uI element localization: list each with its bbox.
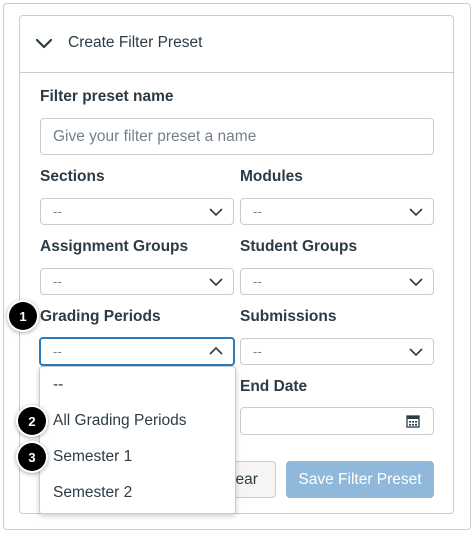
modules-select-value: -- bbox=[253, 204, 262, 219]
callout-badge-1: 1 bbox=[9, 302, 37, 330]
menu-option-semester-1[interactable]: Semester 1 bbox=[53, 448, 132, 466]
grading-periods-label: Grading Periods bbox=[40, 308, 161, 325]
sections-select[interactable]: -- bbox=[40, 198, 234, 225]
chevron-down-icon bbox=[409, 278, 423, 287]
preset-name-label: Filter preset name bbox=[40, 88, 174, 105]
calendar-icon[interactable] bbox=[406, 414, 420, 428]
callout-badge-2: 2 bbox=[18, 407, 46, 435]
assignment-groups-label: Assignment Groups bbox=[40, 238, 189, 255]
sections-label: Sections bbox=[40, 168, 105, 185]
chevron-down-icon bbox=[409, 208, 423, 217]
assignment-groups-select[interactable]: -- bbox=[40, 268, 234, 295]
menu-option-all-grading-periods[interactable]: All Grading Periods bbox=[53, 412, 187, 430]
preset-name-input[interactable] bbox=[40, 118, 434, 155]
student-groups-select-value: -- bbox=[253, 274, 262, 289]
student-groups-select[interactable]: -- bbox=[240, 268, 434, 295]
chevron-down-icon bbox=[209, 208, 223, 217]
chevron-down-icon bbox=[409, 348, 423, 357]
modules-select[interactable]: -- bbox=[240, 198, 434, 225]
chevron-down-icon[interactable] bbox=[35, 35, 53, 53]
menu-option-none[interactable]: -- bbox=[53, 376, 63, 394]
callout-badge-3: 3 bbox=[18, 443, 46, 471]
grading-periods-select[interactable]: -- bbox=[39, 337, 235, 366]
student-groups-label: Student Groups bbox=[240, 238, 358, 255]
end-date-input[interactable] bbox=[240, 407, 434, 435]
chevron-up-icon bbox=[209, 346, 223, 355]
grading-periods-menu: -- All Grading Periods Semester 1 Semest… bbox=[39, 366, 236, 514]
menu-option-semester-2[interactable]: Semester 2 bbox=[53, 484, 132, 502]
submissions-label: Submissions bbox=[240, 308, 337, 325]
panel-header[interactable]: Create Filter Preset bbox=[20, 16, 453, 73]
panel-title: Create Filter Preset bbox=[68, 34, 203, 51]
sections-select-value: -- bbox=[53, 204, 62, 219]
assignment-groups-select-value: -- bbox=[53, 274, 62, 289]
grading-periods-select-value: -- bbox=[53, 344, 62, 359]
chevron-down-icon bbox=[209, 278, 223, 287]
end-date-label: End Date bbox=[240, 378, 308, 395]
save-filter-preset-button[interactable]: Save Filter Preset bbox=[286, 461, 434, 498]
modules-label: Modules bbox=[240, 168, 303, 185]
submissions-select-value: -- bbox=[253, 344, 262, 359]
save-button-label: Save Filter Preset bbox=[298, 470, 422, 488]
submissions-select[interactable]: -- bbox=[240, 338, 434, 365]
